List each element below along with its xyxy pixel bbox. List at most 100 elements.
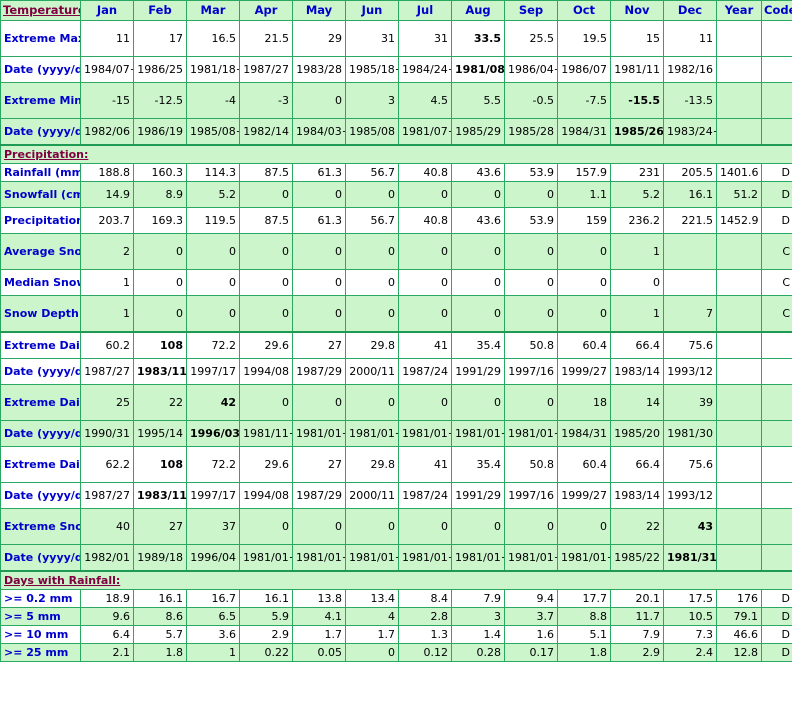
table-row: Date (yyyy/dd)1990/311995/141996/031981/… — [0, 420, 792, 447]
cell-extreme-snow-depth-date-sep: 1981/01+ — [504, 544, 558, 572]
cell-extreme-maximum-aug: 33.5 — [451, 20, 505, 57]
section-label: Precipitation: — [0, 144, 792, 164]
cell-days-rainfall-5mm-jun: 4 — [345, 607, 399, 626]
cell-extreme-minimum-aug: 5.5 — [451, 82, 505, 119]
cell-average-snow-depth-nov: 1 — [610, 233, 664, 270]
cell-days-rainfall-5mm-dec: 10.5 — [663, 607, 717, 626]
cell-extreme-daily-precipitation-year — [716, 446, 762, 483]
cell-snowfall-code: D — [761, 181, 792, 208]
table-row: Extreme Daily Snowfall (cm)2522420000001… — [0, 384, 792, 421]
cell-snow-depth-month-end-mar: 0 — [186, 295, 240, 333]
cell-extreme-maximum-date-jan: 1984/07+ — [80, 56, 134, 83]
cell-extreme-maximum-date-jun: 1985/18+ — [345, 56, 399, 83]
cell-extreme-maximum-date-mar: 1981/18+ — [186, 56, 240, 83]
cell-extreme-daily-precipitation-jul: 41 — [398, 446, 452, 483]
cell-snow-depth-month-end-nov: 1 — [610, 295, 664, 333]
table-row: >= 5 mm 9.6 8.6 6.5 5.9 4.1 4 2.8 3 3.7 8.8 11.7 10.… — [0, 607, 792, 626]
cell-days-rainfall-25mm-apr: 0.22 — [239, 643, 293, 662]
cell-extreme-maximum-oct: 19.5 — [557, 20, 611, 57]
cell-extreme-minimum-sep: -0.5 — [504, 82, 558, 119]
cell-median-snow-depth-year — [716, 269, 762, 296]
column-header-jun: Jun — [345, 0, 399, 21]
cell-rainfall-jul: 40.8 — [398, 163, 452, 182]
cell-extreme-daily-snowfall-mar: 42 — [186, 384, 240, 421]
section-label: Days with Rainfall: — [0, 570, 792, 590]
cell-days-rainfall-10mm-nov: 7.9 — [610, 625, 664, 644]
cell-extreme-daily-rainfall-nov: 66.4 — [610, 331, 664, 359]
column-header-aug: Aug — [451, 0, 505, 21]
cell-extreme-minimum-date-oct: 1984/31 — [557, 118, 611, 146]
cell-extreme-minimum-date-mar: 1985/08+ — [186, 118, 240, 146]
cell-extreme-daily-precipitation-date-nov: 1983/14 — [610, 482, 664, 509]
row-label-extreme-daily-rainfall-date: Date (yyyy/dd) — [0, 358, 81, 385]
cell-extreme-snow-depth-year — [716, 508, 762, 545]
cell-extreme-daily-precipitation-nov: 66.4 — [610, 446, 664, 483]
row-label-extreme-minimum-date: Date (yyyy/dd) — [0, 118, 81, 146]
cell-extreme-minimum-date-may: 1984/03+ — [292, 118, 346, 146]
cell-extreme-daily-precipitation-apr: 29.6 — [239, 446, 293, 483]
table-header-row: Temperature:JanFebMarAprMayJunJulAugSepO… — [0, 0, 792, 21]
cell-snowfall-jan: 14.9 — [80, 181, 134, 208]
cell-days-rainfall-5mm-jul: 2.8 — [398, 607, 452, 626]
cell-extreme-daily-precipitation-date-code — [761, 482, 792, 509]
cell-extreme-daily-precipitation-date-jun: 2000/11 — [345, 482, 399, 509]
cell-extreme-daily-precipitation-date-oct: 1999/27 — [557, 482, 611, 509]
cell-days-rainfall-5mm-apr: 5.9 — [239, 607, 293, 626]
cell-extreme-daily-precipitation-date-mar: 1997/17 — [186, 482, 240, 509]
cell-rainfall-jun: 56.7 — [345, 163, 399, 182]
cell-extreme-daily-precipitation-date-year — [716, 482, 762, 509]
cell-days-rainfall-5mm-nov: 11.7 — [610, 607, 664, 626]
cell-extreme-daily-snowfall-date-may: 1981/01+ — [292, 420, 346, 447]
cell-extreme-minimum-year — [716, 82, 762, 119]
cell-days-rainfall-5mm-code: D — [761, 607, 792, 626]
cell-days-rainfall-02mm-apr: 16.1 — [239, 589, 293, 608]
cell-extreme-snow-depth-mar: 37 — [186, 508, 240, 545]
cell-extreme-daily-precipitation-code — [761, 446, 792, 483]
cell-median-snow-depth-oct: 0 — [557, 269, 611, 296]
cell-average-snow-depth-jul: 0 — [398, 233, 452, 270]
table-row: Precipitation (mm)203.7169.3119.587.561.… — [0, 207, 792, 234]
cell-extreme-daily-rainfall-code — [761, 331, 792, 359]
table-row: Date (yyyy/dd)1984/07+1986/251981/18+198… — [0, 56, 792, 83]
cell-days-rainfall-02mm-sep: 9.4 — [504, 589, 558, 608]
cell-days-rainfall-02mm-mar: 16.7 — [186, 589, 240, 608]
cell-extreme-daily-rainfall-feb: 108 — [133, 331, 187, 359]
cell-median-snow-depth-apr: 0 — [239, 269, 293, 296]
cell-extreme-maximum-date-may: 1983/28 — [292, 56, 346, 83]
cell-snowfall-nov: 5.2 — [610, 181, 664, 208]
cell-rainfall-code: D — [761, 163, 792, 182]
cell-extreme-maximum-code — [761, 20, 792, 57]
cell-days-rainfall-02mm-oct: 17.7 — [557, 589, 611, 608]
cell-extreme-daily-snowfall-year — [716, 384, 762, 421]
cell-days-rainfall-10mm-aug: 1.4 — [451, 625, 505, 644]
row-label-extreme-daily-precipitation-date: Date (yyyy/dd) — [0, 482, 81, 509]
cell-extreme-daily-rainfall-date-jan: 1987/27 — [80, 358, 134, 385]
cell-extreme-daily-snowfall-date-jul: 1981/01+ — [398, 420, 452, 447]
cell-snowfall-jul: 0 — [398, 181, 452, 208]
cell-extreme-minimum-apr: -3 — [239, 82, 293, 119]
cell-rainfall-aug: 43.6 — [451, 163, 505, 182]
column-header-may: May — [292, 0, 346, 21]
table-row: Extreme Daily Precipitation (mm)62.21087… — [0, 446, 792, 483]
cell-extreme-minimum-date-sep: 1985/28 — [504, 118, 558, 146]
climate-data-table: Temperature:JanFebMarAprMayJunJulAugSepO… — [0, 0, 792, 662]
cell-snow-depth-month-end-jan: 1 — [80, 295, 134, 333]
cell-extreme-daily-rainfall-date-oct: 1999/27 — [557, 358, 611, 385]
cell-extreme-daily-precipitation-oct: 60.4 — [557, 446, 611, 483]
cell-extreme-snow-depth-may: 0 — [292, 508, 346, 545]
cell-extreme-snow-depth-dec: 43 — [663, 508, 717, 545]
cell-average-snow-depth-sep: 0 — [504, 233, 558, 270]
cell-days-rainfall-25mm-aug: 0.28 — [451, 643, 505, 662]
row-label-days-rainfall-02mm: >= 0.2 mm — [0, 589, 81, 608]
cell-extreme-daily-precipitation-feb: 108 — [133, 446, 187, 483]
cell-days-rainfall-02mm-jun: 13.4 — [345, 589, 399, 608]
cell-days-rainfall-10mm-apr: 2.9 — [239, 625, 293, 644]
cell-snowfall-may: 0 — [292, 181, 346, 208]
cell-days-rainfall-10mm-feb: 5.7 — [133, 625, 187, 644]
row-label-extreme-snow-depth: Extreme Snow Depth (cm) — [0, 508, 81, 545]
cell-average-snow-depth-feb: 0 — [133, 233, 187, 270]
cell-median-snow-depth-aug: 0 — [451, 269, 505, 296]
cell-extreme-daily-precipitation-date-jan: 1987/27 — [80, 482, 134, 509]
cell-extreme-daily-rainfall-year — [716, 331, 762, 359]
cell-extreme-snow-depth-date-jul: 1981/01+ — [398, 544, 452, 572]
